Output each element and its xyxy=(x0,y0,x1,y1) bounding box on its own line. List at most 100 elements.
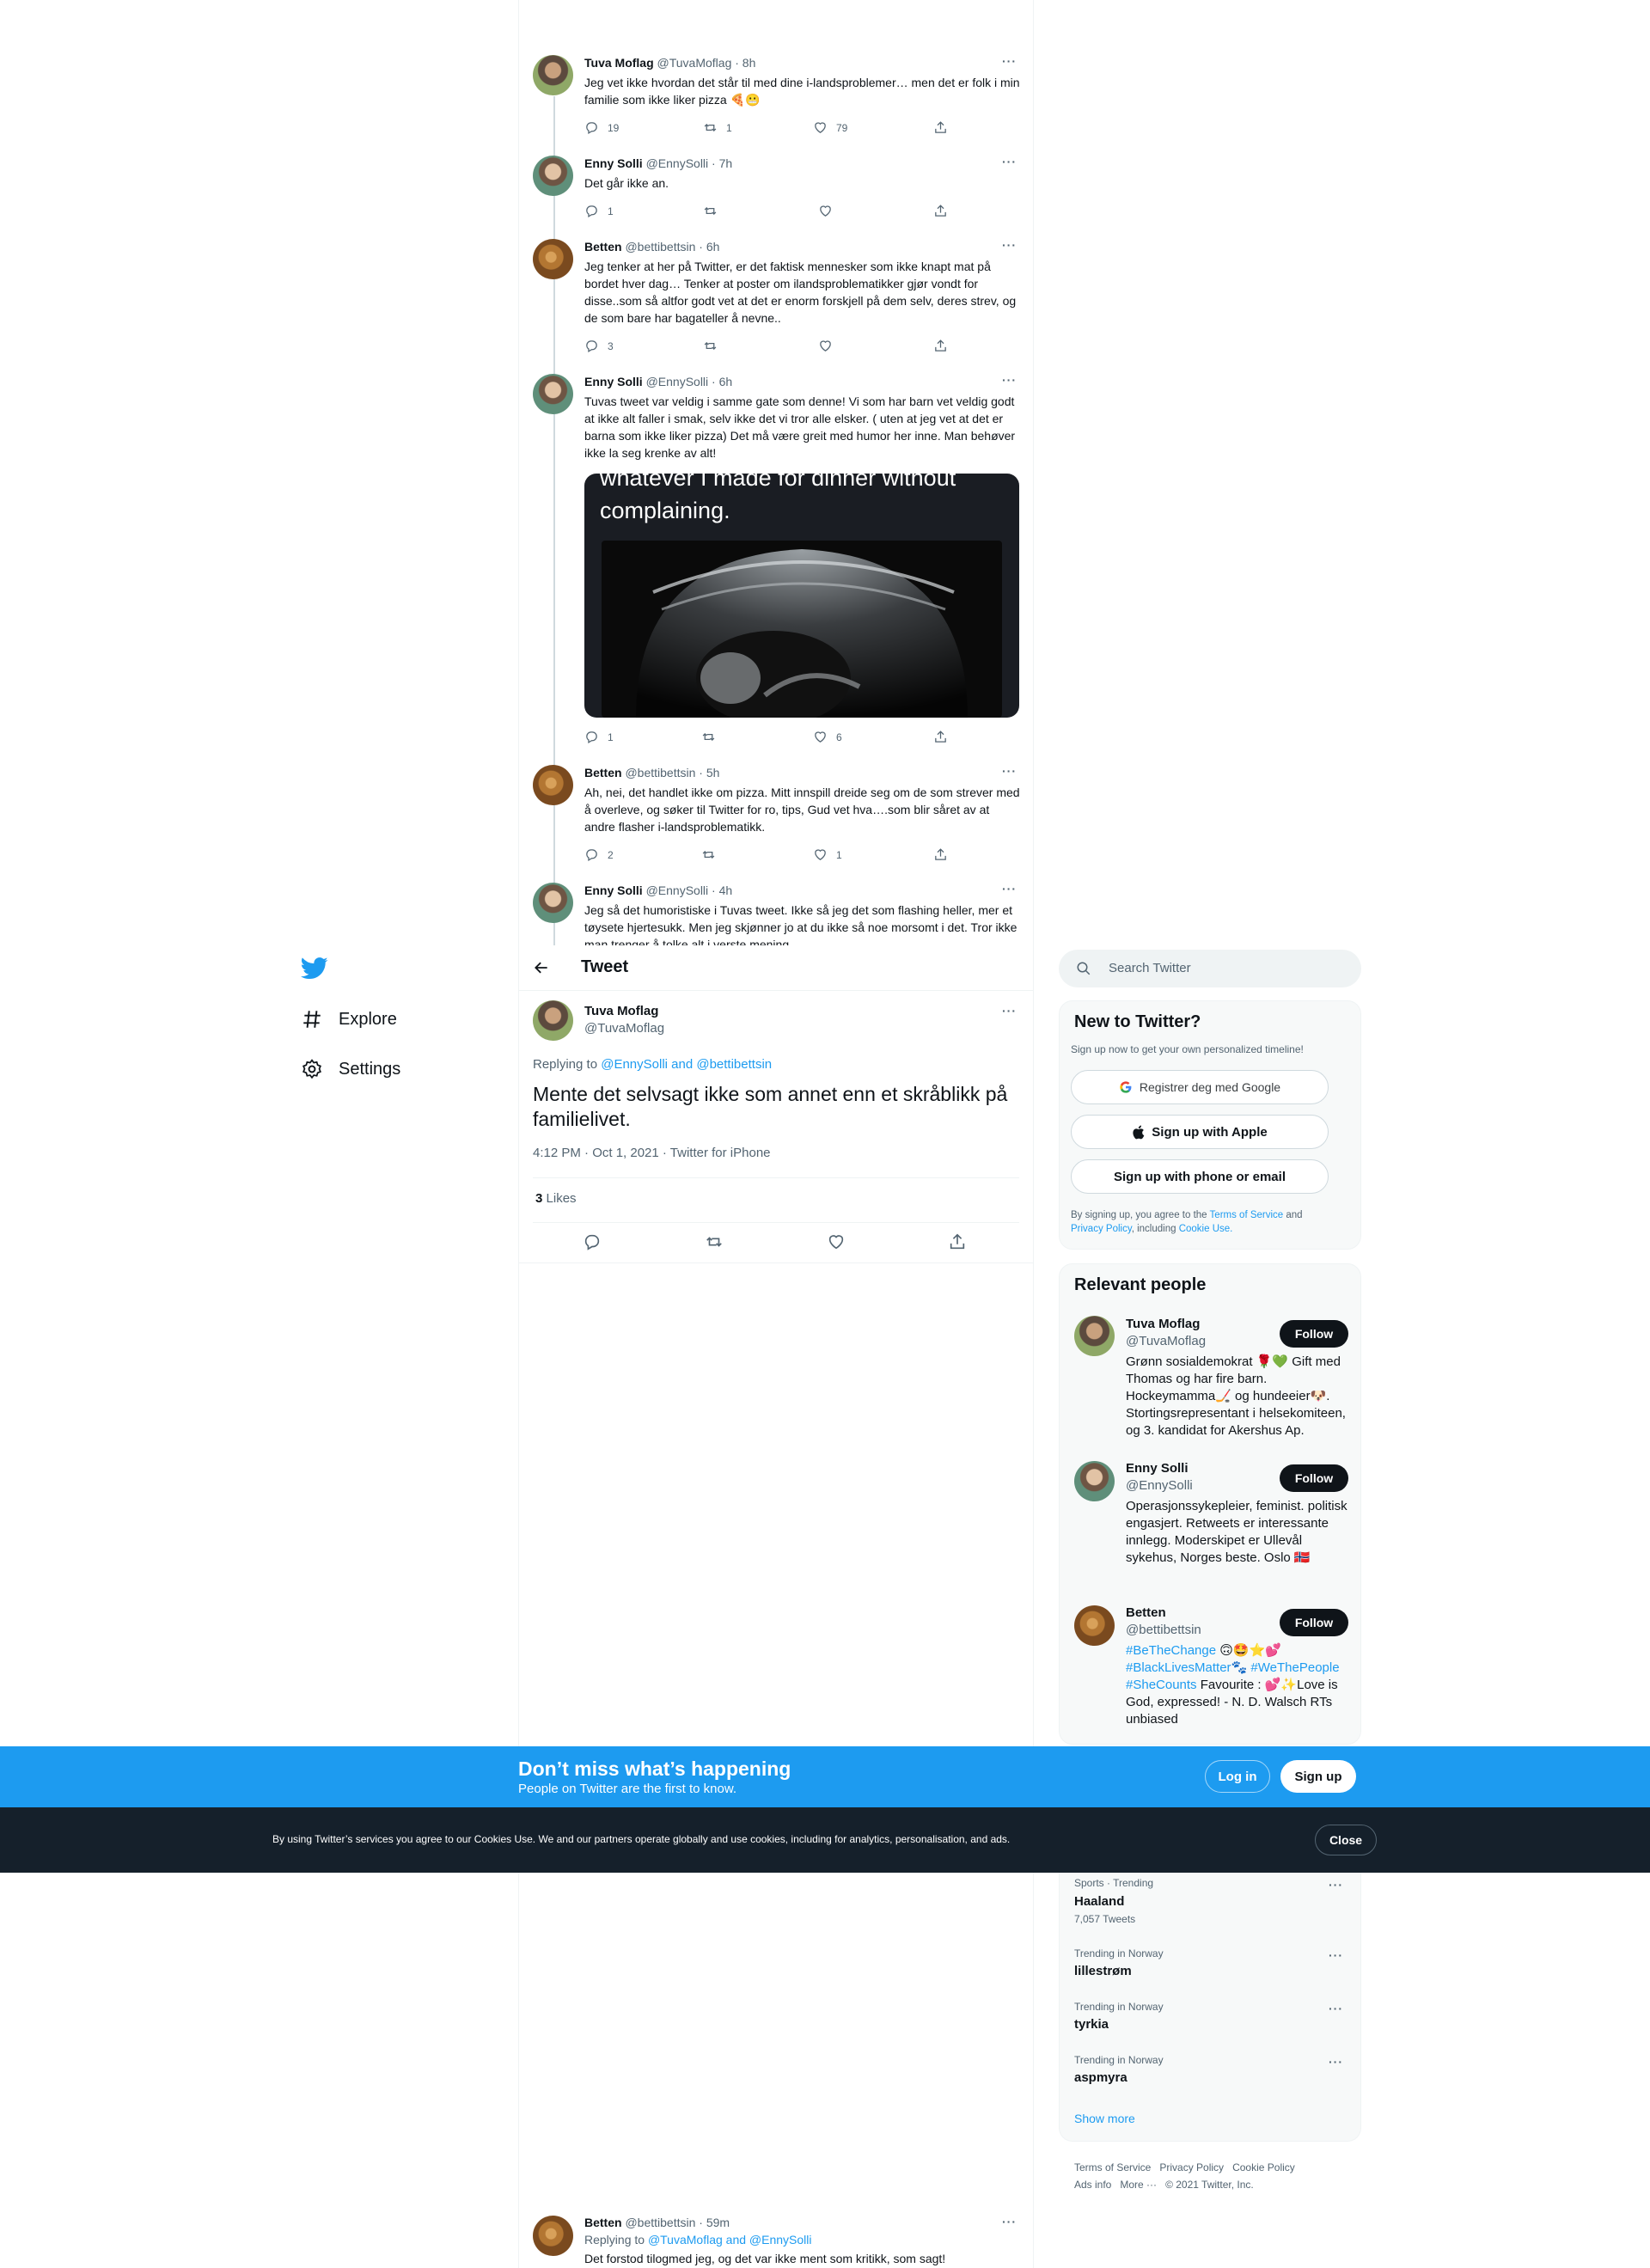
more-icon[interactable]: ··· xyxy=(1002,764,1017,778)
retweet-button[interactable]: 1 xyxy=(703,120,732,135)
person-name[interactable]: Enny Solli xyxy=(1126,1461,1189,1476)
nav-settings[interactable]: Settings xyxy=(301,1058,400,1080)
more-icon[interactable]: ··· xyxy=(1002,373,1017,387)
like-button[interactable] xyxy=(818,339,833,353)
more-icon[interactable]: ··· xyxy=(1002,238,1017,252)
author-handle-time[interactable]: @EnnySolli · 6h xyxy=(646,375,733,388)
author-name[interactable]: Enny Solli xyxy=(584,883,643,897)
author-handle-time[interactable]: @bettibettsin · 59m xyxy=(625,2216,730,2229)
author-handle-time[interactable]: @TuvaMoflag · 8h xyxy=(657,56,756,70)
follow-button[interactable]: Follow xyxy=(1280,1464,1348,1492)
author-name[interactable]: Betten xyxy=(584,2216,622,2229)
share-button[interactable] xyxy=(933,847,948,862)
reply-button[interactable]: 1 xyxy=(584,204,614,218)
back-arrow-icon[interactable] xyxy=(533,959,550,976)
trend-more-icon[interactable]: ··· xyxy=(1329,2002,1343,2015)
avatar[interactable] xyxy=(1074,1605,1115,1646)
avatar[interactable] xyxy=(533,765,573,805)
cookie-close-button[interactable]: Close xyxy=(1315,1825,1377,1855)
person-handle[interactable]: @TuvaMoflag xyxy=(1126,1334,1206,1348)
share-button[interactable] xyxy=(933,730,948,744)
hashtag-link[interactable]: #BeTheChange xyxy=(1126,1643,1216,1658)
footer-terms-link[interactable]: Terms of Service xyxy=(1074,2161,1151,2173)
hashtag-link[interactable]: #SheCounts xyxy=(1126,1678,1197,1692)
author-handle-time[interactable]: @EnnySolli · 7h xyxy=(646,156,733,170)
person-handle[interactable]: @EnnySolli xyxy=(1126,1478,1193,1493)
retweet-icon[interactable] xyxy=(705,1232,724,1251)
main-author-name[interactable]: Tuva Moflag xyxy=(584,1004,658,1018)
like-button[interactable] xyxy=(818,204,833,218)
replying-to-link[interactable]: @TuvaMoflag and @EnnySolli xyxy=(648,2233,812,2247)
share-button[interactable] xyxy=(933,204,948,218)
author-name[interactable]: Betten xyxy=(584,766,622,779)
retweet-button[interactable] xyxy=(701,847,716,862)
reply-button[interactable]: 1 xyxy=(584,730,614,744)
author-handle-time[interactable]: @bettibettsin · 6h xyxy=(625,240,719,254)
heart-icon[interactable] xyxy=(827,1232,846,1251)
avatar[interactable] xyxy=(533,2216,573,2256)
avatar[interactable] xyxy=(533,374,573,414)
reply-button[interactable]: 2 xyxy=(584,847,614,862)
follow-button[interactable]: Follow xyxy=(1280,1609,1348,1636)
privacy-policy-link[interactable]: Privacy Policy xyxy=(1071,1224,1132,1234)
more-icon[interactable]: ··· xyxy=(1002,54,1017,68)
trend-name[interactable]: aspmyra xyxy=(1074,2070,1128,2085)
avatar[interactable] xyxy=(1074,1461,1115,1501)
more-icon[interactable]: ··· xyxy=(1002,882,1017,896)
trend-more-icon[interactable]: ··· xyxy=(1329,1878,1343,1892)
main-author-handle[interactable]: @TuvaMoflag xyxy=(584,1021,664,1036)
login-button[interactable]: Log in xyxy=(1205,1760,1270,1793)
avatar[interactable] xyxy=(533,55,573,95)
more-icon[interactable]: ··· xyxy=(1002,1004,1017,1018)
author-name[interactable]: Tuva Moflag xyxy=(584,56,654,70)
author-name[interactable]: Enny Solli xyxy=(584,156,643,170)
author-handle-time[interactable]: @EnnySolli · 4h xyxy=(646,883,733,897)
hashtag-link[interactable]: #BlackLivesMatter xyxy=(1126,1660,1231,1675)
avatar[interactable] xyxy=(533,239,573,279)
replying-to-link[interactable]: @EnnySolli and @bettibettsin xyxy=(601,1057,772,1072)
share-button[interactable] xyxy=(933,120,948,135)
reply-icon[interactable] xyxy=(583,1232,602,1251)
trend-name[interactable]: Haaland xyxy=(1074,1894,1124,1909)
avatar[interactable] xyxy=(1074,1316,1115,1356)
retweet-button[interactable] xyxy=(703,339,718,353)
like-button[interactable]: 79 xyxy=(813,120,847,135)
share-button[interactable] xyxy=(933,339,948,353)
cookie-use-link[interactable]: Cookie Use. xyxy=(1179,1224,1233,1234)
author-name[interactable]: Enny Solli xyxy=(584,375,643,388)
likes-stat[interactable]: 3 Likes xyxy=(535,1191,577,1206)
footer-ads-link[interactable]: Ads info xyxy=(1074,2179,1111,2191)
signup-button[interactable]: Sign up xyxy=(1280,1760,1356,1793)
apple-signup-button[interactable]: Sign up with Apple xyxy=(1071,1115,1329,1149)
retweet-button[interactable] xyxy=(701,730,716,744)
twitter-logo-icon[interactable] xyxy=(301,957,328,981)
like-button[interactable]: 6 xyxy=(813,730,842,744)
footer-cookie-link[interactable]: Cookie Policy xyxy=(1232,2161,1295,2173)
nav-explore[interactable]: Explore xyxy=(301,1008,397,1030)
footer-more-link[interactable]: More ··· xyxy=(1120,2179,1157,2191)
terms-of-service-link[interactable]: Terms of Service xyxy=(1210,1210,1284,1220)
trend-name[interactable]: lillestrøm xyxy=(1074,1964,1132,1978)
avatar[interactable] xyxy=(533,156,573,196)
tweet-timestamp[interactable]: 4:12 PM · Oct 1, 2021 · Twitter for iPho… xyxy=(533,1146,771,1160)
share-icon[interactable] xyxy=(948,1232,967,1251)
like-button[interactable]: 1 xyxy=(813,847,842,862)
avatar[interactable] xyxy=(533,1000,573,1041)
follow-button[interactable]: Follow xyxy=(1280,1320,1348,1348)
more-icon[interactable]: ··· xyxy=(1002,2215,1017,2228)
trend-more-icon[interactable]: ··· xyxy=(1329,1948,1343,1962)
more-icon[interactable]: ··· xyxy=(1002,155,1017,168)
author-handle-time[interactable]: @bettibettsin · 5h xyxy=(625,766,719,779)
author-name[interactable]: Betten xyxy=(584,240,622,254)
search-input[interactable]: Search Twitter xyxy=(1059,950,1361,987)
retweet-button[interactable] xyxy=(703,204,718,218)
avatar[interactable] xyxy=(533,883,573,923)
tweet-media-video[interactable]: whatever I made for dinner without compla… xyxy=(584,474,1019,718)
phone-signup-button[interactable]: Sign up with phone or email xyxy=(1071,1159,1329,1194)
google-signup-button[interactable]: Registrer deg med Google xyxy=(1071,1070,1329,1104)
person-handle[interactable]: @bettibettsin xyxy=(1126,1623,1201,1637)
person-name[interactable]: Betten xyxy=(1126,1605,1166,1620)
show-more-link[interactable]: Show more xyxy=(1074,2112,1135,2125)
person-name[interactable]: Tuva Moflag xyxy=(1126,1317,1200,1331)
trend-name[interactable]: tyrkia xyxy=(1074,2017,1109,2032)
